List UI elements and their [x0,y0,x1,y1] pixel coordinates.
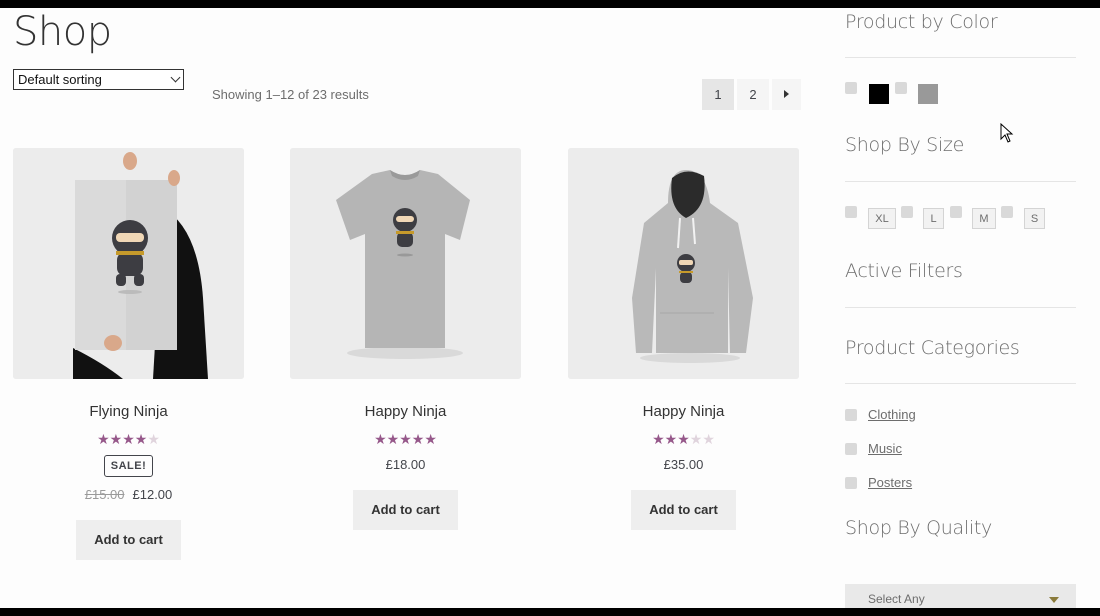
sidebar: Product by Color Shop By Size XL L M S A… [845,8,1076,614]
arrow-right-icon [784,90,789,98]
top-border [0,0,1100,8]
product-card: Happy Ninja ★★★★★ £35.00 Add to cart [568,148,799,530]
page-1[interactable]: 1 [702,79,734,110]
star-rating: ★★★★★ [97,431,160,447]
result-count: Showing 1–12 of 23 results [212,87,369,102]
color-widget-title: Product by Color [845,11,998,33]
current-price: £12.00 [132,487,173,502]
size-widget-title: Shop By Size [845,134,964,156]
product-price: £35.00 [568,457,799,472]
caret-down-icon [1049,597,1059,603]
divider [845,383,1076,384]
size-option-l[interactable]: L [923,208,944,229]
chevron-down-icon [170,72,181,83]
divider [845,307,1076,308]
categories-title: Product Categories [845,337,1020,359]
divider [845,181,1076,182]
product-price: £15.00 £12.00 [13,487,244,502]
product-title[interactable]: Happy Ninja [290,403,521,421]
old-price: £15.00 [84,487,125,502]
pagination: 1 2 [702,79,801,110]
product-title[interactable]: Flying Ninja [13,403,244,421]
quality-select-placeholder: Select Any [868,592,925,606]
product-price: £18.00 [290,457,521,472]
category-link-clothing[interactable]: Clothing [868,407,916,422]
size-checkbox[interactable] [845,206,857,218]
size-option-xl[interactable]: XL [868,208,896,229]
next-page-button[interactable] [772,79,801,110]
size-checkbox[interactable] [1001,206,1013,218]
current-price: £35.00 [663,457,704,472]
poster-image[interactable] [13,148,244,379]
quality-widget-title: Shop By Quality [845,517,992,539]
active-filters-title: Active Filters [845,260,963,282]
add-to-cart-button[interactable]: Add to cart [631,490,736,530]
tshirt-image[interactable] [290,148,521,379]
product-title[interactable]: Happy Ninja [568,403,799,421]
category-link-music[interactable]: Music [868,441,902,456]
sorting-select[interactable]: Default sorting [13,69,184,90]
add-to-cart-button[interactable]: Add to cart [76,520,181,560]
size-checkbox[interactable] [901,206,913,218]
star-rating: ★★★★★ [652,431,715,447]
current-price: £18.00 [385,457,426,472]
shop-main: Shop Default sorting Showing 1–12 of 23 … [13,8,801,608]
add-to-cart-button[interactable]: Add to cart [353,490,458,530]
color-swatch-black[interactable] [869,84,889,104]
size-option-m[interactable]: M [972,208,996,229]
color-checkbox[interactable] [845,82,857,94]
color-swatch-gray[interactable] [918,84,938,104]
category-link-posters[interactable]: Posters [868,475,912,490]
hoodie-image[interactable] [568,148,799,379]
sorting-selected-value: Default sorting [18,72,102,87]
category-checkbox[interactable] [845,477,857,489]
star-rating: ★★★★★ [374,431,437,447]
mouse-cursor-icon [1000,123,1014,143]
divider [845,57,1076,58]
product-card: Happy Ninja ★★★★★ £18.00 Add to cart [290,148,521,530]
product-card: Flying Ninja ★★★★★ SALE! £15.00 £12.00 Ad… [13,148,244,560]
size-checkbox[interactable] [950,206,962,218]
page-title: Shop [13,9,112,55]
category-checkbox[interactable] [845,443,857,455]
category-checkbox[interactable] [845,409,857,421]
size-option-s[interactable]: S [1024,208,1045,229]
sale-badge: SALE! [103,455,154,477]
page-2[interactable]: 2 [737,79,769,110]
color-checkbox[interactable] [895,82,907,94]
bottom-border [0,608,1100,616]
